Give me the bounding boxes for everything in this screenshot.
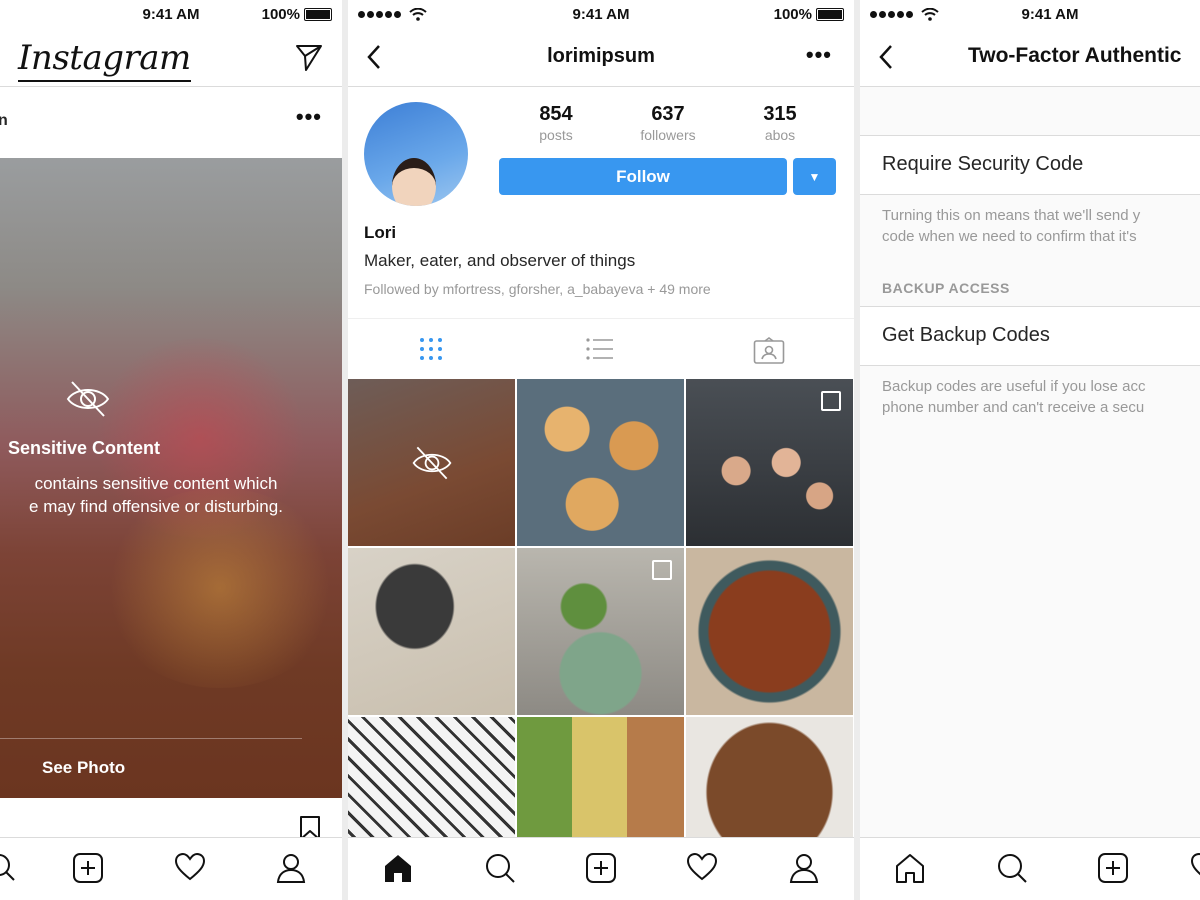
status-bar: 9:41 AM 100% [0, 0, 342, 28]
list-view-icon[interactable] [586, 337, 614, 361]
profile-stats: 854 posts 637 followers 315 abos [500, 103, 840, 143]
require-security-code-label: Require Security Code [882, 153, 1084, 175]
tab-bar [348, 837, 854, 900]
eye-hidden-icon [412, 446, 452, 480]
eye-hidden-icon [66, 381, 110, 417]
grid-photo-succulents[interactable] [517, 548, 684, 715]
sensitive-title: Sensitive Content [8, 438, 161, 458]
feed-screen: 9:41 AM 100% Instagram n ••• Sensitive C… [0, 0, 342, 900]
avatar [364, 102, 468, 206]
grid-photo-chair-shadow[interactable] [348, 548, 515, 715]
require-security-code-row[interactable]: Require Security Code [860, 135, 1200, 195]
feed-navbar: Instagram [0, 28, 342, 87]
two-factor-navbar: Two-Factor Authentic [860, 28, 1200, 87]
profile-bio: Maker, eater, and observer of things [364, 251, 636, 270]
followed-by-text[interactable]: Followed by mfortress, gforsher, a_babay… [364, 281, 711, 297]
post-username[interactable]: n [0, 112, 8, 130]
heart-icon[interactable] [686, 852, 718, 882]
profile-name: Lori [364, 223, 397, 242]
profile-username-title: lorimipsum [547, 45, 655, 67]
sensitive-description: contains sensitive content which e may f… [29, 474, 283, 516]
sensitive-content-overlay: Sensitive Content contains sensitive con… [0, 158, 342, 798]
two-factor-screen: 9:41 AM Two-Factor Authentic Require Sec… [860, 0, 1200, 900]
profile-more-icon[interactable]: ••• [806, 42, 832, 68]
status-time: 9:41 AM [1021, 6, 1079, 23]
backup-codes-note: Backup codes are useful if you lose acc … [882, 378, 1146, 416]
post-header: n ••• [0, 88, 342, 158]
profile-icon[interactable] [275, 852, 307, 884]
grid-photo-group-selfie[interactable] [686, 379, 853, 546]
tab-bar [0, 837, 342, 900]
battery-icon [816, 8, 844, 21]
search-icon[interactable] [0, 852, 16, 882]
get-backup-codes-row[interactable]: Get Backup Codes [860, 306, 1200, 366]
get-backup-codes-label: Get Backup Codes [882, 324, 1050, 346]
chevron-down-icon: ▼ [808, 169, 821, 184]
grid-photo-sensitive[interactable] [348, 379, 515, 546]
status-battery: 100% [774, 6, 844, 23]
page-title: Two-Factor Authentic [968, 44, 1182, 67]
see-photo-button[interactable]: See Photo [42, 758, 125, 778]
heart-icon[interactable] [1190, 852, 1200, 882]
post-more-icon[interactable]: ••• [296, 104, 322, 130]
profile-navbar: lorimipsum ••• [348, 28, 854, 87]
grid-view-icon[interactable] [419, 337, 443, 361]
grid-photo-donuts[interactable] [517, 379, 684, 546]
profile-view-tabs [348, 318, 854, 379]
search-icon[interactable] [484, 852, 516, 884]
profile-screen: 9:41 AM 100% lorimipsum ••• 854 posts 63… [348, 0, 854, 900]
battery-percent: 100% [773, 6, 812, 23]
status-bar: 9:41 AM [860, 0, 1200, 28]
grid-photo-food-bowl[interactable] [686, 548, 853, 715]
profile-icon[interactable] [788, 852, 820, 884]
stat-posts[interactable]: 854 posts [500, 103, 612, 143]
home-icon[interactable] [382, 852, 414, 884]
divider [0, 738, 302, 739]
add-post-icon[interactable] [72, 852, 104, 884]
battery-icon [304, 8, 332, 21]
backup-access-header: BACKUP ACCESS [882, 280, 1010, 296]
add-post-icon[interactable] [1097, 852, 1129, 884]
battery-percent: 100% [261, 6, 300, 23]
follow-button[interactable]: Follow [499, 158, 787, 195]
direct-message-icon[interactable] [294, 42, 324, 72]
multiple-photos-icon [821, 391, 841, 411]
status-battery: 100% [262, 6, 332, 23]
tab-bar [860, 837, 1200, 900]
tagged-photos-icon[interactable] [753, 337, 785, 365]
require-security-code-note: Turning this on means that we'll send y … [882, 207, 1141, 245]
suggestions-dropdown-button[interactable]: ▼ [793, 158, 836, 195]
status-bar: 9:41 AM 100% [348, 0, 854, 28]
back-icon[interactable] [878, 44, 894, 70]
add-post-icon[interactable] [585, 852, 617, 884]
multiple-photos-icon [652, 560, 672, 580]
home-icon[interactable] [894, 852, 926, 884]
instagram-logo: Instagram [18, 36, 191, 82]
heart-icon[interactable] [174, 852, 206, 882]
search-icon[interactable] [996, 852, 1028, 884]
stat-following[interactable]: 315 abos [724, 103, 836, 143]
stat-followers[interactable]: 637 followers [612, 103, 724, 143]
